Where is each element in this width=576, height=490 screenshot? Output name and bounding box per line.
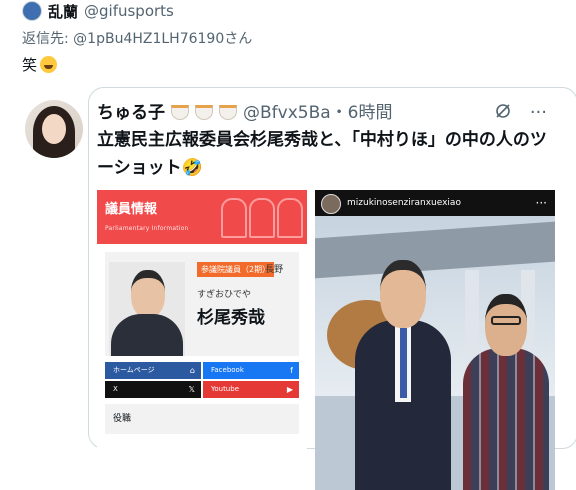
- homepage-link[interactable]: ホームページ ⌂: [105, 362, 201, 379]
- tweet-text: 笑: [22, 54, 58, 75]
- ramen-bowl-icon: [195, 105, 213, 120]
- more-icon[interactable]: ···: [530, 102, 547, 123]
- x-link-label: X: [113, 385, 118, 393]
- avatar-face: [42, 114, 66, 144]
- portrait-suit: [111, 314, 183, 356]
- person-right-body: [463, 348, 549, 490]
- ramen-bowl-icon: [171, 105, 189, 120]
- social-links: ホームページ ⌂ Facebook f X 𝕏 Youtube ▶: [105, 362, 299, 398]
- facebook-link[interactable]: Facebook f: [203, 362, 299, 379]
- quoted-avatar[interactable]: [25, 100, 83, 158]
- home-icon: ⌂: [189, 366, 195, 375]
- quoted-tweet-card[interactable]: ちゅる子 @Bfvx5Ba・6時間 ··· 立憲民主広報委員会杉尾秀哉と、「中村…: [25, 87, 576, 490]
- portrait-head: [131, 270, 165, 318]
- quoted-display-name[interactable]: ちゅる子: [97, 98, 165, 123]
- person-silhouette-icon: [221, 198, 247, 238]
- legislator-portrait: [109, 262, 185, 356]
- reply-to-label[interactable]: 返信先: @1pBu4HZ1LH76190さん: [22, 28, 252, 48]
- instagram-username: mizukinosenziranxuexiao: [347, 198, 461, 208]
- ramen-bowl-icon: [219, 105, 237, 120]
- person-silhouette-icon: [249, 198, 275, 238]
- quoted-tweet-header: ちゅる子 @Bfvx5Ba・6時間: [97, 98, 392, 123]
- instagram-avatar: [321, 194, 341, 214]
- display-name[interactable]: 乱蘭: [48, 1, 78, 22]
- youtube-link-label: Youtube: [211, 385, 239, 393]
- quoted-tweet-text: 立憲民主広報委員会杉尾秀哉と、「中村りほ」の中の人のツーショット🤣: [97, 130, 547, 178]
- right-image[interactable]: mizukinosenziranxuexiao ···: [315, 190, 555, 490]
- quoted-actions: ···: [494, 102, 547, 123]
- person-left: [355, 260, 451, 490]
- instagram-menu-icon: ···: [535, 196, 547, 210]
- person-right-glasses: [491, 316, 521, 325]
- homepage-link-label: ホームページ: [113, 366, 155, 374]
- person-right: [463, 294, 549, 490]
- instagram-header: mizukinosenziranxuexiao ···: [315, 190, 555, 216]
- banner-subtitle: Parliamentary Information: [105, 225, 189, 232]
- youtube-icon: ▶: [286, 385, 293, 394]
- avatar[interactable]: [22, 1, 42, 21]
- x-link[interactable]: X 𝕏: [105, 381, 201, 398]
- reply-tweet-header: 乱蘭 @gifusports: [22, 0, 174, 22]
- legislator-name: 杉尾秀哉: [197, 308, 265, 328]
- region-label: 長野: [265, 265, 284, 275]
- profile-banner: 議員情報 Parliamentary Information: [97, 190, 307, 244]
- left-image[interactable]: 議員情報 Parliamentary Information 参議院議員（2期）…: [97, 190, 307, 490]
- person-silhouette-icon: [277, 198, 303, 238]
- name-kana: すぎおひでや: [197, 290, 252, 300]
- grok-icon[interactable]: [494, 102, 512, 120]
- x-logo-icon: 𝕏: [188, 385, 195, 394]
- grinning-squint-face-icon: [40, 56, 58, 73]
- person-left-tie: [400, 328, 407, 398]
- chamber-badge: 参議院議員（2期）: [197, 262, 275, 277]
- profile-card: 参議院議員（2期） 長野 すぎおひでや 杉尾秀哉: [105, 252, 299, 356]
- youtube-link[interactable]: Youtube ▶: [203, 381, 299, 398]
- facebook-icon: f: [290, 366, 293, 375]
- facebook-link-label: Facebook: [211, 366, 244, 374]
- person-right-head: [485, 294, 527, 356]
- tweet-text-content: 笑: [22, 56, 38, 74]
- banner-title: 議員情報: [105, 202, 158, 217]
- handle[interactable]: @gifusports: [84, 2, 174, 20]
- quoted-handle-time[interactable]: @Bfvx5Ba・6時間: [243, 98, 392, 123]
- person-left-head: [380, 260, 426, 328]
